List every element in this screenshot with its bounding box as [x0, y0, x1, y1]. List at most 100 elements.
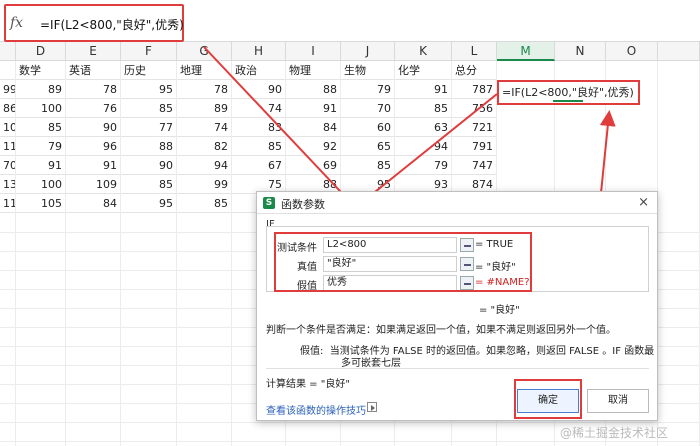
column-header-f[interactable]: F	[121, 42, 177, 61]
column-header-n[interactable]: N	[555, 42, 606, 61]
table-cell[interactable]: 99	[177, 175, 232, 194]
table-cell[interactable]: 88	[286, 80, 341, 99]
table-cell[interactable]: 91	[16, 156, 66, 175]
table-cell[interactable]: 100	[16, 175, 66, 194]
cancel-button[interactable]: 取消	[587, 389, 649, 413]
table-cell[interactable]: 91	[66, 156, 121, 175]
header-cell[interactable]: 历史	[121, 61, 177, 80]
table-cell[interactable]: 92	[286, 137, 341, 156]
table-cell[interactable]: 63	[395, 118, 452, 137]
function-description: 判断一个条件是否满足：如果满足返回一个值，如果不满足则返回另外一个值。	[266, 325, 616, 336]
column-header-m[interactable]: M	[497, 42, 555, 61]
table-cell[interactable]: 96	[66, 137, 121, 156]
column-header[interactable]	[658, 42, 700, 61]
header-cell[interactable]: 地理	[177, 61, 232, 80]
divider	[266, 368, 649, 369]
table-cell[interactable]: 85	[341, 156, 395, 175]
column-header-i[interactable]: I	[286, 42, 341, 61]
header-cell[interactable]: 政治	[232, 61, 286, 80]
header-cell[interactable]: 化学	[395, 61, 452, 80]
table-cell[interactable]: 721	[452, 118, 497, 137]
table-cell[interactable]: 90	[66, 118, 121, 137]
table-cell[interactable]: 65	[341, 137, 395, 156]
table-cell[interactable]: 85	[16, 118, 66, 137]
gridline	[15, 61, 16, 446]
ok-button[interactable]: 确定	[517, 389, 579, 413]
table-cell[interactable]: 90	[232, 80, 286, 99]
table-cell[interactable]: 100	[16, 99, 66, 118]
column-header-g[interactable]: G	[177, 42, 232, 61]
table-cell[interactable]: 105	[16, 194, 66, 213]
spreadsheet-app-icon: S	[263, 197, 275, 209]
header-cell[interactable]: 总分	[452, 61, 497, 80]
header-cell[interactable]: 生物	[341, 61, 395, 80]
table-cell[interactable]: 67	[232, 156, 286, 175]
close-icon[interactable]: ×	[638, 195, 649, 210]
table-cell[interactable]: 118	[0, 194, 16, 213]
formula-input[interactable]: =IF(L2<800,"良好",优秀)	[40, 16, 184, 33]
table-cell[interactable]: 91	[395, 80, 452, 99]
table-cell[interactable]: 74	[177, 118, 232, 137]
table-cell[interactable]: 85	[232, 137, 286, 156]
calculation-result: 计算结果 = "良好"	[266, 379, 350, 390]
table-cell[interactable]: 83	[232, 118, 286, 137]
header-cell[interactable]: 数学	[16, 61, 66, 80]
table-cell[interactable]: 89	[177, 99, 232, 118]
table-cell[interactable]: 85	[121, 99, 177, 118]
table-cell[interactable]: 78	[66, 80, 121, 99]
table-cell[interactable]: 90	[121, 156, 177, 175]
column-header-e[interactable]: E	[66, 42, 121, 61]
table-cell[interactable]: 787	[452, 80, 497, 99]
cell-m2[interactable]: =IF(L2<800,"良好",优秀)	[497, 80, 640, 105]
table-cell[interactable]: 78	[177, 80, 232, 99]
table-cell[interactable]: 79	[341, 80, 395, 99]
table-cell[interactable]: 84	[66, 194, 121, 213]
table-cell[interactable]: 91	[286, 99, 341, 118]
table-cell[interactable]: 130	[0, 175, 16, 194]
column-header-d[interactable]: D	[16, 42, 66, 61]
table-cell[interactable]: 70	[341, 99, 395, 118]
table-cell[interactable]: 70	[0, 156, 16, 175]
header-cell[interactable]	[0, 61, 16, 80]
table-cell[interactable]: 60	[341, 118, 395, 137]
table-cell[interactable]: 86	[0, 99, 16, 118]
table-cell[interactable]: 109	[66, 175, 121, 194]
table-cell[interactable]: 69	[286, 156, 341, 175]
table-cell[interactable]: 84	[286, 118, 341, 137]
table-cell[interactable]: 76	[66, 99, 121, 118]
column-header-l[interactable]: L	[452, 42, 497, 61]
table-cell[interactable]: 85	[121, 175, 177, 194]
play-icon[interactable]	[367, 402, 377, 412]
table-cell[interactable]: 79	[16, 137, 66, 156]
fx-icon[interactable]: fx	[10, 15, 23, 31]
table-cell[interactable]: 756	[452, 99, 497, 118]
table-cell[interactable]: 88	[121, 137, 177, 156]
header-cell[interactable]: 物理	[286, 61, 341, 80]
table-cell[interactable]: 95	[121, 194, 177, 213]
header-cell[interactable]: 英语	[66, 61, 121, 80]
table-cell[interactable]: 79	[395, 156, 452, 175]
table-cell[interactable]: 89	[16, 80, 66, 99]
table-cell[interactable]: 99	[0, 80, 16, 99]
gridline	[176, 61, 177, 446]
table-cell[interactable]: 791	[452, 137, 497, 156]
gridline	[231, 61, 232, 446]
column-header-o[interactable]: O	[606, 42, 658, 61]
table-cell[interactable]: 747	[452, 156, 497, 175]
table-cell[interactable]: 95	[121, 80, 177, 99]
table-cell[interactable]: 85	[395, 99, 452, 118]
table-cell[interactable]: 110	[0, 137, 16, 156]
table-cell[interactable]: 82	[177, 137, 232, 156]
column-header-h[interactable]: H	[232, 42, 286, 61]
help-link[interactable]: 查看该函数的操作技巧	[266, 402, 366, 417]
table-cell[interactable]: 77	[121, 118, 177, 137]
table-cell[interactable]: 85	[177, 194, 232, 213]
column-header-k[interactable]: K	[395, 42, 452, 61]
table-cell[interactable]: 94	[395, 137, 452, 156]
table-cell[interactable]: 74	[232, 99, 286, 118]
watermark: @稀土掘金技术社区	[560, 426, 669, 440]
column-header[interactable]	[0, 42, 16, 61]
table-cell[interactable]: 105	[0, 118, 16, 137]
column-header-j[interactable]: J	[341, 42, 395, 61]
table-cell[interactable]: 94	[177, 156, 232, 175]
